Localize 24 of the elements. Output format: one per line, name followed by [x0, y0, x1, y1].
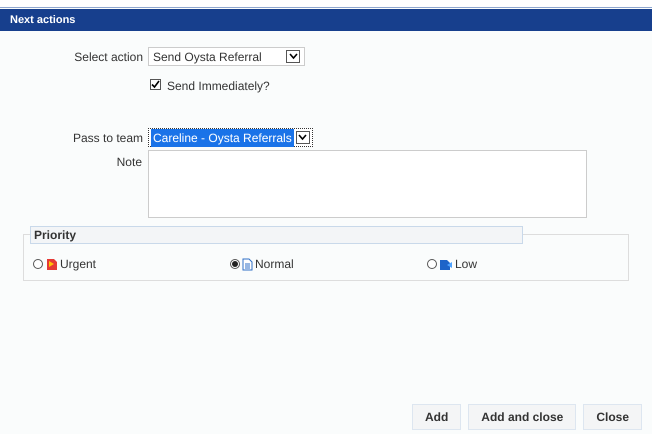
- action-dropdown[interactable]: Send Oysta Referral: [148, 47, 305, 66]
- checkbox-label: Send Immediately?: [167, 78, 270, 95]
- panel-title: Next actions: [10, 12, 76, 28]
- radio-button[interactable]: [427, 259, 437, 269]
- field-label: Note: [116, 154, 143, 171]
- field-label: Select action: [73, 48, 144, 66]
- action-button[interactable]: Add: [412, 404, 462, 430]
- radio-label: Normal: [255, 256, 294, 273]
- action-button[interactable]: Close: [583, 404, 642, 430]
- document-arrow-icon: [439, 258, 453, 270]
- priority-legend: Priority: [30, 226, 523, 244]
- dropdown-caret-icon: [296, 131, 310, 144]
- radio-label: Low: [455, 256, 478, 273]
- team-dropdown[interactable]: Careline - Oysta Referrals: [148, 128, 313, 147]
- radio-button[interactable]: [33, 259, 43, 269]
- document-icon: [242, 258, 253, 270]
- flag-document-icon: [45, 258, 58, 270]
- field-label: Pass to team: [72, 130, 144, 146]
- note-field[interactable]: [148, 150, 587, 218]
- dropdown-caret-icon: [286, 50, 300, 63]
- action-button[interactable]: Add and close: [468, 404, 576, 430]
- radio-button[interactable]: [230, 259, 240, 269]
- checkbox[interactable]: [150, 78, 161, 90]
- radio-label: Urgent: [60, 256, 96, 273]
